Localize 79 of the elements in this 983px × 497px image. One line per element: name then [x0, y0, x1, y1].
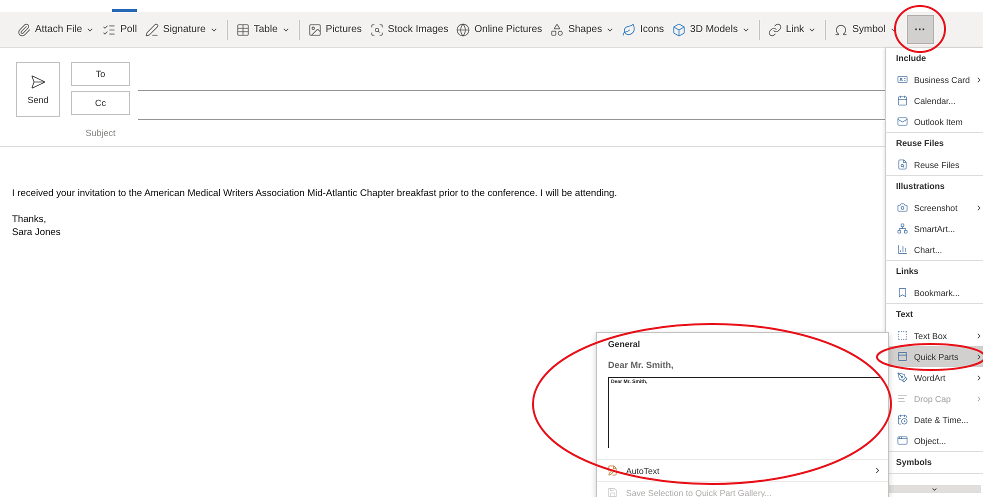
bookmark-icon	[897, 287, 908, 298]
toolbar-button[interactable]: Icons	[619, 20, 668, 40]
leaf-icon	[622, 22, 636, 36]
send-button[interactable]: Send	[16, 62, 60, 117]
chevron-down-icon	[931, 486, 938, 492]
menu-item[interactable]: Reuse Files	[886, 154, 983, 175]
omega-icon	[834, 22, 848, 36]
file-search-icon	[897, 159, 908, 170]
menu-item[interactable]: Text Box	[886, 325, 983, 346]
table-icon	[236, 22, 250, 36]
chevron-icon	[873, 466, 882, 475]
poll-icon	[102, 22, 116, 36]
section-header: Links	[895, 265, 920, 278]
body-text: I received your invitation to the American Medical Writers Association Mid-Atlantic Chapter breakfast prior to the conference. I will be attending.	[12, 187, 618, 200]
toolbar-button[interactable]: Online Pictures	[453, 20, 546, 40]
date-time-icon	[897, 414, 908, 425]
shapes-icon	[550, 22, 564, 36]
chevron-icon	[975, 76, 983, 84]
menu-item[interactable]: Calendar...	[886, 90, 983, 111]
toolbar-button[interactable]: Attach File	[14, 20, 98, 40]
more-button[interactable]: ···	[906, 15, 934, 44]
camera-icon	[897, 202, 908, 213]
toolbar-button[interactable]: Signature	[142, 20, 221, 40]
chevron-icon	[975, 374, 983, 382]
chevron-icon	[975, 204, 983, 212]
menu-item[interactable]: Object...	[886, 430, 983, 451]
pen-icon	[144, 22, 159, 36]
toolbar-button[interactable]: Shapes	[547, 20, 618, 40]
chevron-icon	[975, 394, 983, 402]
entry-title: Dear Mr. Smith,	[607, 359, 675, 372]
menu-item[interactable]: Business Card	[886, 69, 983, 90]
drop-cap-icon	[897, 393, 908, 404]
cube-icon	[672, 22, 686, 36]
diagram-icon	[897, 223, 908, 234]
section-header: Illustrations	[895, 180, 946, 193]
menu-item[interactable]: Screenshot	[886, 197, 983, 218]
object-icon	[897, 435, 908, 446]
toolbar-button[interactable]: Table	[226, 20, 293, 40]
section-header: Symbols	[895, 456, 933, 469]
menu-item[interactable]: Outlook Item	[886, 111, 983, 132]
menu-item[interactable]: Bookmark...	[886, 282, 983, 303]
section-header: Text	[895, 308, 914, 321]
body-text: Thanks,	[12, 213, 48, 226]
menu-item[interactable]: Date & Time...	[886, 409, 983, 430]
toolbar-button[interactable]: Stock Images	[366, 20, 452, 40]
globe-icon	[456, 22, 470, 36]
menu-item[interactable]: AutoText	[597, 459, 888, 481]
subject-label: Subject	[84, 128, 117, 138]
section-header: General	[607, 338, 642, 351]
section-header: Reuse Files	[895, 137, 945, 150]
chevron-icon	[975, 332, 983, 340]
to-button[interactable]: To	[71, 62, 130, 86]
toolbar-button[interactable]: Symbol	[825, 20, 901, 40]
menu-item[interactable]: SmartArt...	[886, 218, 983, 239]
menu-item[interactable]: WordArt	[886, 367, 983, 388]
wordart-icon	[897, 372, 908, 383]
toolbar-button[interactable]: Poll	[99, 20, 140, 40]
text-box-icon	[897, 330, 908, 341]
link-icon	[768, 22, 782, 36]
calendar-icon	[897, 95, 908, 106]
section-header: Include	[895, 52, 928, 65]
mail-icon	[897, 116, 908, 127]
toolbar-button[interactable]: 3D Models	[669, 20, 753, 40]
chart-icon	[897, 244, 908, 255]
body-text: Sara Jones	[12, 226, 62, 239]
quick-parts-icon	[897, 351, 908, 362]
annotation-circle	[894, 5, 946, 53]
toolbar-button[interactable]: Pictures	[298, 20, 365, 40]
autotext-icon	[607, 465, 618, 476]
toolbar-button[interactable]: Link	[758, 20, 820, 40]
cc-button[interactable]: Cc	[71, 91, 130, 115]
image-search-icon	[370, 22, 384, 36]
chevron-icon	[975, 352, 983, 360]
paperclip-icon	[17, 22, 31, 36]
picture-icon	[308, 22, 322, 36]
send-icon	[30, 74, 46, 90]
card-icon	[897, 74, 908, 85]
menu-item[interactable]: Quick Parts	[886, 346, 983, 367]
menu-item[interactable]: Chart...	[886, 239, 983, 260]
